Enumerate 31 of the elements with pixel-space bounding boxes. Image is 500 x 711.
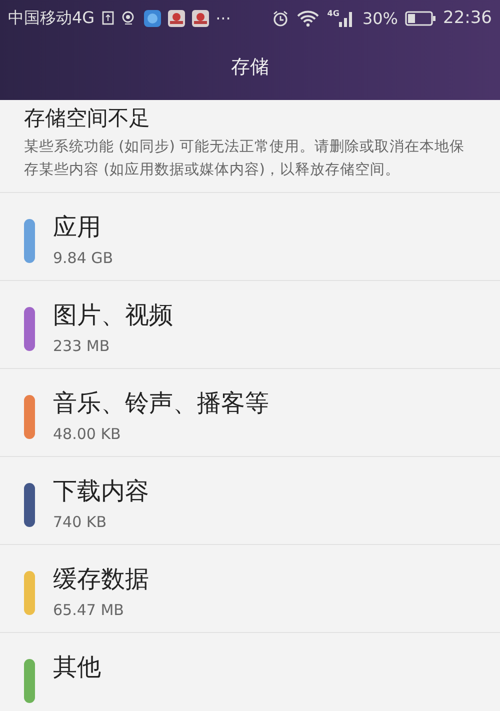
storage-category-item[interactable]: 缓存数据 65.47 MB xyxy=(0,545,500,633)
storage-category-item[interactable]: 音乐、铃声、播客等 48.00 KB xyxy=(0,369,500,457)
storage-category-item[interactable]: 其他 xyxy=(0,633,500,711)
category-size: 48.00 KB xyxy=(53,425,122,443)
battery-percent: 30% xyxy=(362,8,398,28)
network-type-label: 4G xyxy=(327,9,340,18)
storage-category-item[interactable]: 应用 9.84 GB xyxy=(0,193,500,281)
alarm-icon xyxy=(272,10,290,26)
category-name: 应用 xyxy=(53,212,102,243)
wifi-icon xyxy=(296,9,320,27)
category-size: 9.84 GB xyxy=(53,249,114,267)
category-name: 缓存数据 xyxy=(53,564,149,595)
warning-title: 存储空间不足 xyxy=(24,105,151,132)
clock-time: 22:36 xyxy=(443,8,492,28)
app-icon xyxy=(192,10,209,26)
category-name: 其他 xyxy=(53,652,101,683)
storage-category-item[interactable]: 图片、视频 233 MB xyxy=(0,281,500,369)
category-size: 740 KB xyxy=(53,513,108,531)
screen-title: 存储 xyxy=(231,55,269,80)
battery-icon xyxy=(405,10,436,26)
app-icon xyxy=(144,10,161,26)
category-name: 音乐、铃声、播客等 xyxy=(53,388,269,419)
app-icon xyxy=(168,10,185,26)
storage-category-item[interactable]: 下载内容 740 KB xyxy=(0,457,500,545)
more-notifications: ··· xyxy=(216,8,231,28)
category-name: 下载内容 xyxy=(53,476,149,507)
category-size: 233 MB xyxy=(53,337,111,355)
warning-message: 某些系统功能 (如同步) 可能无法正常使用。请删除或取消在本地保存某些内容 (如应用数据或媒体内容)，以释放存储空间。 xyxy=(24,138,466,180)
category-name: 图片、视频 xyxy=(53,300,173,331)
category-size: 65.47 MB xyxy=(53,601,125,619)
carrier-label: 中国移动4G xyxy=(8,8,95,28)
